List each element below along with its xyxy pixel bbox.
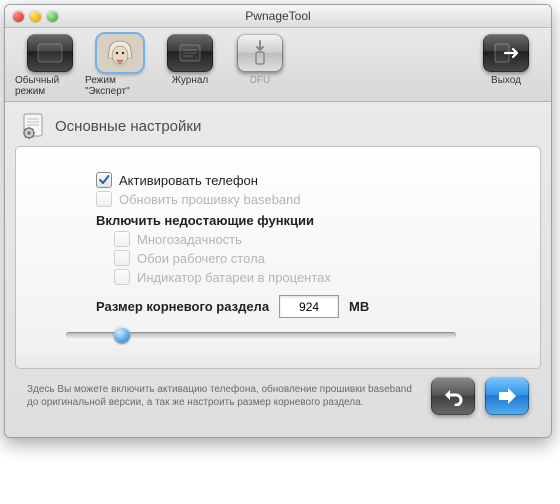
checkbox-checked-icon bbox=[96, 172, 112, 188]
checkbox-unchecked-icon bbox=[114, 231, 130, 247]
toolbar-label: Журнал bbox=[172, 75, 209, 86]
option-label: Активировать телефон bbox=[119, 173, 258, 188]
toolbar-label: Обычный режим bbox=[15, 75, 85, 97]
toolbar-item-log[interactable]: Журнал bbox=[155, 34, 225, 86]
undo-arrow-icon bbox=[442, 386, 464, 406]
checkbox-unchecked-icon bbox=[96, 191, 112, 207]
slider-knob-icon[interactable] bbox=[114, 327, 130, 343]
checkbox-unchecked-icon bbox=[114, 250, 130, 266]
log-icon bbox=[167, 34, 213, 72]
option-label: Индикатор батареи в процентах bbox=[137, 270, 331, 285]
settings-page-icon bbox=[19, 112, 47, 140]
root-partition-slider[interactable] bbox=[66, 332, 456, 338]
simple-mode-icon bbox=[27, 34, 73, 72]
root-partition-row: Размер корневого раздела MB bbox=[96, 295, 500, 318]
traffic-lights bbox=[13, 11, 58, 22]
option-label: Многозадачность bbox=[137, 232, 242, 247]
toolbar-label: Выход bbox=[491, 75, 521, 86]
hint-text: Здесь Вы можете включить активацию телеф… bbox=[27, 383, 421, 409]
slider-track bbox=[66, 332, 456, 338]
toolbar-item-expert-mode[interactable]: Режим "Эксперт" bbox=[85, 34, 155, 97]
toolbar-label: Режим "Эксперт" bbox=[85, 75, 155, 97]
section-title: Основные настройки bbox=[55, 118, 201, 135]
toolbar-item-exit[interactable]: Выход bbox=[471, 34, 541, 86]
einstein-icon bbox=[97, 34, 143, 72]
root-partition-input[interactable] bbox=[279, 295, 339, 318]
footer: Здесь Вы можете включить активацию телеф… bbox=[15, 369, 541, 427]
back-button[interactable] bbox=[431, 377, 475, 415]
content: Основные настройки Активировать телефон … bbox=[15, 112, 541, 427]
checkbox-unchecked-icon bbox=[114, 269, 130, 285]
app-window: PwnageTool Обычный режим bbox=[4, 4, 552, 438]
option-label: Обновить прошивку baseband bbox=[119, 192, 301, 207]
close-icon[interactable] bbox=[13, 11, 24, 22]
enable-missing-heading: Включить недостающие функции bbox=[96, 213, 500, 228]
arrow-right-icon bbox=[496, 386, 518, 406]
toolbar: Обычный режим Режим "Эксперт" bbox=[5, 28, 551, 102]
next-button[interactable] bbox=[485, 377, 529, 415]
root-partition-unit: MB bbox=[349, 299, 369, 314]
root-partition-label: Размер корневого раздела bbox=[96, 299, 269, 314]
dfu-icon bbox=[237, 34, 283, 72]
option-label: Обои рабочего стола bbox=[137, 251, 265, 266]
option-battery-percent: Индикатор батареи в процентах bbox=[114, 269, 500, 285]
section-header: Основные настройки bbox=[15, 112, 541, 146]
toolbar-item-dfu[interactable]: DFU bbox=[225, 34, 295, 86]
option-wallpapers: Обои рабочего стола bbox=[114, 250, 500, 266]
titlebar: PwnageTool bbox=[5, 5, 551, 28]
toolbar-label: DFU bbox=[250, 75, 271, 86]
minimize-icon[interactable] bbox=[30, 11, 41, 22]
exit-icon bbox=[483, 34, 529, 72]
settings-panel: Активировать телефон Обновить прошивку b… bbox=[15, 146, 541, 369]
toolbar-item-simple-mode[interactable]: Обычный режим bbox=[15, 34, 85, 97]
option-activate-phone[interactable]: Активировать телефон bbox=[96, 172, 500, 188]
option-multitasking: Многозадачность bbox=[114, 231, 500, 247]
zoom-icon[interactable] bbox=[47, 11, 58, 22]
window-title: PwnageTool bbox=[5, 9, 551, 23]
option-update-baseband: Обновить прошивку baseband bbox=[96, 191, 500, 207]
